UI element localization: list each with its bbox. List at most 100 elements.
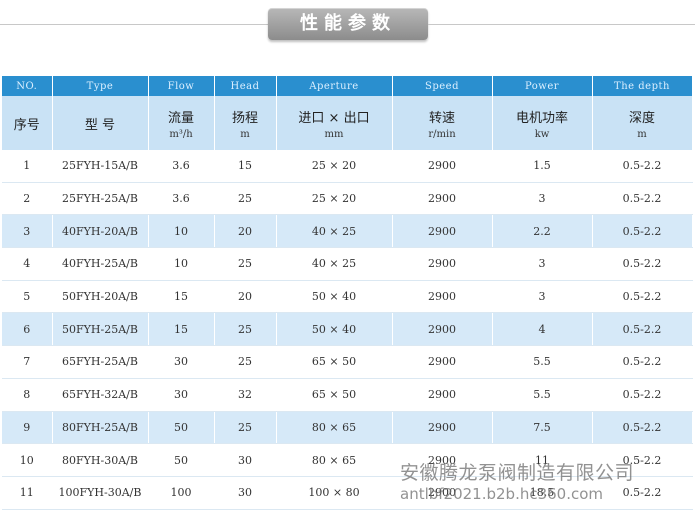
table-cell: 25FYH-15A/B [52,150,149,183]
table-cell: 65 × 50 [276,378,393,412]
cn-header-unit: m³/h [169,128,193,140]
table-cell: 0.5-2.2 [592,280,693,314]
table-cell: 11 [2,476,53,510]
cn-header-cell: 转速 r/min [392,96,493,150]
table-cell: 3.6 [148,182,215,216]
table-cell: 80FYH-30A/B [52,443,149,477]
table-cell: 50 × 40 [276,312,393,347]
table-cell: 25 [214,345,277,379]
table-cell: 30 [214,476,277,510]
table-cell: 100 [148,476,215,510]
en-header-cell: Power [492,76,593,96]
cn-header-unit: mm [324,128,344,140]
english-header-row: NO. Type Flow Head Aperture Speed Power The dep… [2,76,693,96]
table-cell: 3.6 [148,150,215,183]
table-cell: 3 [492,247,593,281]
table-cell: 0.5-2.2 [592,345,693,379]
table-row: 3 40FYH-20A/B 10 20 40 × 25 2900 2.2 0.5-2.2 [2,214,693,249]
table-row: 9 80FYH-25A/B 50 25 80 × 65 2900 7.5 0.5-2.2 [2,411,693,445]
table-cell: 80 × 65 [276,443,393,477]
en-header-cell: Head [214,76,277,96]
table-cell: 50FYH-20A/B [52,280,149,314]
table-cell: 20 [214,280,277,314]
cn-header-cell: 深度 m [592,96,693,150]
table-cell: 15 [214,150,277,183]
watermark-company: 安徽腾龙泵阀制造有限公司 [400,462,635,484]
cn-header-cell: 序号 [2,96,53,150]
table-cell: 0.5-2.2 [592,411,693,445]
table-cell: 5.5 [492,378,593,412]
table-cell: 0.5-2.2 [592,247,693,281]
cn-header-cell: 电机功率 kw [492,96,593,150]
table-cell: 15 [148,280,215,314]
table-cell: 50 [148,443,215,477]
table-cell: 25 × 20 [276,150,393,183]
cn-header-label: 序号 [13,117,40,133]
table-cell: 2900 [392,182,493,216]
table-cell: 3 [492,280,593,314]
table-cell: 25 [214,182,277,216]
table-cell: 25 × 20 [276,182,393,216]
cn-header-unit: m [240,128,250,140]
table-row: 6 50FYH-25A/B 15 25 50 × 40 2900 4 0.5-2.2 [2,312,693,347]
cn-header-label: 进口 × 出口 [298,110,370,126]
cn-header-label: 电机功率 [515,110,568,126]
table-cell: 7 [2,345,53,379]
table-cell: 2900 [392,247,493,281]
table-cell: 4 [2,247,53,281]
table-cell: 0.5-2.2 [592,214,693,249]
cn-header-unit: r/min [428,128,456,140]
cn-header-unit: kw [534,128,550,140]
cn-header-cell: 进口 × 出口 mm [276,96,393,150]
table-cell: 65 × 50 [276,345,393,379]
table-cell: 1 [2,150,53,183]
table-cell: 10 [148,214,215,249]
cn-header-unit: m [637,128,647,140]
cn-header-label: 型 号 [84,117,116,133]
table-cell: 25FYH-25A/B [52,182,149,216]
watermark: 安徽腾龙泵阀制造有限公司 antlbf2021.b2b.hc360.com [400,458,690,503]
table-cell: 2.2 [492,214,593,249]
table-cell: 30 [148,345,215,379]
en-header-cell: Speed [392,76,493,96]
table-cell: 7.5 [492,411,593,445]
table-cell: 80 × 65 [276,411,393,445]
table-cell: 2900 [392,378,493,412]
en-header-cell: Aperture [276,76,393,96]
table-cell: 50 [148,411,215,445]
cn-header-cell: 扬程 m [214,96,277,150]
table-cell: 40FYH-20A/B [52,214,149,249]
title-banner: 性能参数 [0,0,695,60]
table-cell: 65FYH-25A/B [52,345,149,379]
table-cell: 15 [148,312,215,347]
table-cell: 100 × 80 [276,476,393,510]
table-cell: 2900 [392,214,493,249]
table-cell: 1.5 [492,150,593,183]
table-cell: 25 [214,411,277,445]
table-cell: 30 [214,443,277,477]
table-row: 1 25FYH-15A/B 3.6 15 25 × 20 2900 1.5 0.5-2.2 [2,150,693,183]
table-cell: 8 [2,378,53,412]
cn-header-label: 转速 [428,110,455,126]
table-cell: 0.5-2.2 [592,150,693,183]
table-row: 4 40FYH-25A/B 10 25 40 × 25 2900 3 0.5-2.2 [2,247,693,281]
cn-header-label: 深度 [628,110,655,126]
table-cell: 0.5-2.2 [592,182,693,216]
cn-header-cell: 流量 m³/h [148,96,215,150]
table-cell: 0.5-2.2 [592,378,693,412]
table-cell: 2900 [392,411,493,445]
table-cell: 40 × 25 [276,247,393,281]
en-header-cell: NO. [2,76,53,96]
table-cell: 9 [2,411,53,445]
performance-table: NO. Type Flow Head Aperture Speed Power The dep… [2,76,693,510]
table-cell: 50 × 40 [276,280,393,314]
cn-header-label: 扬程 [231,110,258,126]
table-cell: 30 [148,378,215,412]
table-cell: 100FYH-30A/B [52,476,149,510]
table-cell: 10 [2,443,53,477]
en-header-cell: The depth [592,76,693,96]
table-body: 1 25FYH-15A/B 3.6 15 25 × 20 2900 1.5 0.5-2.2 2 2… [2,150,693,510]
chinese-header-row: 序号 型 号 流量 m³/h 扬程 m 进口 × 出口 mm 转速 r/min 电机功率 kw 深度 m [2,96,693,150]
table-cell: 32 [214,378,277,412]
table-cell: 5 [2,280,53,314]
